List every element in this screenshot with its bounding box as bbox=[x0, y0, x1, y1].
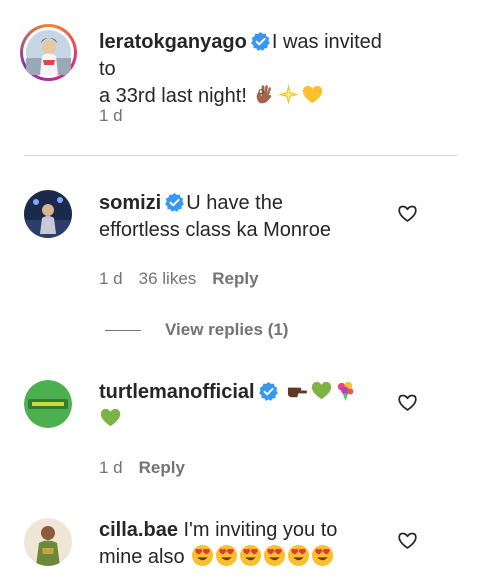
comment-meta: 1 d 36 likes Reply bbox=[99, 268, 275, 290]
heart-eyes-emoji bbox=[288, 544, 310, 567]
comment-text: mine also bbox=[99, 546, 185, 568]
divider bbox=[24, 155, 458, 156]
replies-line bbox=[105, 330, 141, 331]
heart-eyes-emoji bbox=[216, 544, 238, 567]
username[interactable]: cilla.bae bbox=[99, 519, 178, 541]
yellow-heart-emoji bbox=[303, 85, 323, 104]
comment-text: effortless class ka Monroe bbox=[99, 219, 331, 241]
comment-body: somizi U have the effortless class ka Mon… bbox=[99, 190, 389, 244]
avatar[interactable] bbox=[20, 24, 77, 81]
heart-icon[interactable] bbox=[397, 392, 418, 413]
username[interactable]: somizi bbox=[99, 192, 161, 214]
like-count[interactable]: 36 likes bbox=[139, 269, 197, 288]
avatar[interactable] bbox=[24, 380, 72, 428]
avatar-image bbox=[24, 380, 72, 428]
verified-badge-icon bbox=[250, 32, 270, 51]
green-heart-emoji bbox=[311, 381, 332, 400]
comments-panel: leratokganyago I was invited to a 33rd la… bbox=[0, 0, 480, 578]
heart-eyes-emoji bbox=[240, 544, 262, 567]
avatar-image bbox=[26, 30, 71, 75]
comment-time: 1 d bbox=[99, 269, 123, 288]
comment-text: I'm inviting you to bbox=[183, 519, 338, 541]
comment-body: cilla.bae I'm inviting you to mine also bbox=[99, 517, 389, 571]
sparkle-emoji bbox=[278, 83, 299, 106]
verified-badge-icon bbox=[258, 382, 278, 401]
username[interactable]: leratokganyago bbox=[99, 31, 247, 53]
green-heart-emoji bbox=[100, 408, 121, 427]
comment-text: U have the bbox=[186, 192, 283, 214]
bouquet-emoji bbox=[337, 381, 354, 402]
heart-icon[interactable] bbox=[397, 203, 418, 224]
heart-eyes-emoji bbox=[264, 544, 286, 567]
heart-eyes-emoji bbox=[192, 544, 214, 567]
comment-meta: 1 d Reply bbox=[99, 457, 201, 479]
reply-button[interactable]: Reply bbox=[139, 458, 185, 477]
avatar[interactable] bbox=[24, 190, 72, 238]
avatar[interactable] bbox=[24, 518, 72, 566]
avatar-image bbox=[24, 518, 72, 566]
avatar-image bbox=[24, 190, 72, 238]
heart-icon[interactable] bbox=[397, 530, 418, 551]
heart-eyes-emoji bbox=[312, 544, 334, 567]
reply-button[interactable]: Reply bbox=[212, 269, 258, 288]
comment-time: 1 d bbox=[99, 458, 123, 477]
verified-badge-icon bbox=[165, 193, 185, 212]
comment-meta: 1 d bbox=[99, 105, 139, 127]
comment-text: a 33rd last night! bbox=[99, 85, 247, 107]
view-replies-button[interactable]: View replies (1) bbox=[165, 319, 288, 341]
comment-body: turtlemanofficial bbox=[99, 379, 389, 433]
pointing-right-emoji bbox=[288, 387, 308, 398]
comment-body: leratokganyago I was invited to a 33rd la… bbox=[99, 29, 389, 110]
heart-eyes-emoji-row bbox=[190, 544, 334, 568]
ok-hand-emoji bbox=[257, 85, 272, 104]
username[interactable]: turtlemanofficial bbox=[99, 381, 255, 403]
comment-time: 1 d bbox=[99, 106, 123, 125]
